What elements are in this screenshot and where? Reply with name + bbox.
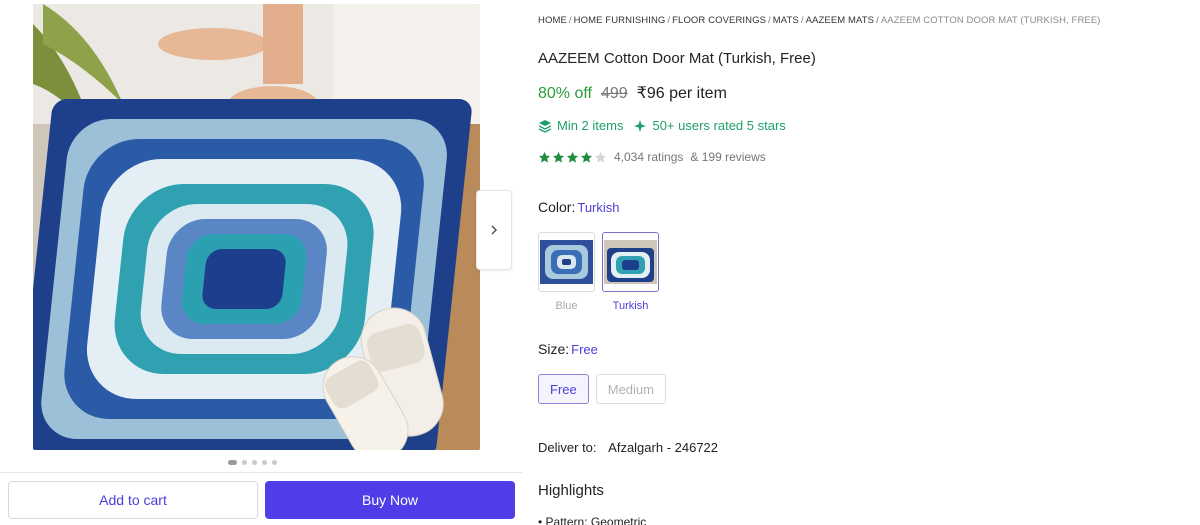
star-icon (552, 151, 565, 163)
selected-size: Free (571, 342, 598, 357)
breadcrumb-home[interactable]: HOME (538, 15, 567, 26)
color-option-turkish[interactable]: Turkish (602, 232, 659, 312)
breadcrumb-separator: / (768, 15, 771, 26)
delivery-row: Deliver to: Afzalgarh - 246722 (538, 440, 718, 455)
color-label: Color: (538, 199, 576, 215)
breadcrumb: HOME / HOME FURNISHING / FLOOR COVERINGS / MAT… (538, 15, 1101, 26)
size-option-medium[interactable]: Medium (595, 374, 666, 404)
color-options: Blue Turkish (538, 232, 659, 312)
next-image-button[interactable] (476, 190, 512, 270)
image-dot[interactable] (272, 460, 277, 465)
star-empty-icon (594, 151, 607, 163)
product-gallery: Add to cart Buy Now (0, 0, 522, 525)
turkish-mat-thumbnail (604, 240, 657, 284)
delivery-location[interactable]: Afzalgarh - 246722 (608, 440, 718, 455)
star-rating (538, 151, 607, 164)
image-dot[interactable] (252, 460, 257, 465)
image-dot[interactable] (262, 460, 267, 465)
breadcrumb-separator: / (800, 15, 804, 26)
min-items-text: Min 2 items (557, 118, 624, 133)
ratings-count[interactable]: 4,034 ratings (614, 150, 683, 164)
chevron-right-icon (491, 225, 498, 235)
rating-row: 4,034 ratings & 199 reviews (538, 150, 766, 164)
highlights-heading: Highlights (538, 482, 604, 499)
blue-mat-thumbnail (540, 240, 593, 284)
image-pagination (228, 460, 277, 465)
color-option-label: Turkish (612, 300, 649, 312)
color-thumbnail (602, 232, 659, 292)
image-dot[interactable] (242, 460, 247, 465)
star-icon (566, 151, 579, 163)
price-row: 80% off 499 ₹96 per item (538, 83, 727, 103)
divider (0, 472, 522, 473)
selling-price: ₹96 per item (636, 85, 727, 102)
image-dot[interactable] (228, 460, 237, 465)
highlight-item: • Pattern: Geometric (538, 515, 647, 525)
product-image[interactable] (33, 4, 480, 450)
breadcrumb-home-furnishing[interactable]: HOME FURNISHING (574, 15, 666, 26)
size-selector-label: Size: Free (538, 341, 598, 357)
size-option-free[interactable]: Free (538, 374, 589, 404)
color-thumbnail (538, 232, 595, 292)
color-selector-label: Color: Turkish (538, 199, 620, 215)
breadcrumb-aazeem-mats[interactable]: AAZEEM MATS (806, 15, 875, 26)
product-title: AAZEEM Cotton Door Mat (Turkish, Free) (538, 50, 816, 67)
color-option-label: Blue (555, 300, 578, 312)
users-rated-offer: 50+ users rated 5 stars (633, 118, 786, 133)
door-mat-photo (33, 4, 480, 450)
size-options: Free Medium (538, 374, 666, 404)
discount-percent: 80% off (538, 85, 592, 102)
reviews-count[interactable]: & 199 reviews (690, 150, 765, 164)
deliver-label: Deliver to: (538, 440, 597, 455)
breadcrumb-separator: / (568, 15, 572, 26)
breadcrumb-current: AAZEEM COTTON DOOR MAT (TURKISH, FREE) (880, 15, 1101, 26)
buy-now-button[interactable]: Buy Now (265, 481, 515, 519)
layers-icon (538, 119, 552, 133)
star-icon (580, 151, 593, 163)
color-option-blue[interactable]: Blue (538, 232, 595, 312)
breadcrumb-mats[interactable]: MATS (773, 15, 799, 26)
star-icon (538, 151, 551, 163)
size-label: Size: (538, 341, 570, 357)
breadcrumb-separator: / (876, 15, 879, 26)
selected-color: Turkish (577, 200, 620, 215)
sparkle-icon (634, 119, 647, 132)
product-details: HOME / HOME FURNISHING / FLOOR COVERINGS / MAT… (538, 0, 1178, 525)
breadcrumb-floor-coverings[interactable]: FLOOR COVERINGS (672, 15, 766, 26)
original-price: 499 (600, 85, 628, 102)
min-items-offer: Min 2 items (538, 118, 623, 133)
breadcrumb-separator: / (667, 15, 671, 26)
offer-tags: Min 2 items 50+ users rated 5 stars (538, 118, 786, 133)
users-rated-text: 50+ users rated 5 stars (652, 118, 786, 133)
add-to-cart-button[interactable]: Add to cart (8, 481, 258, 519)
